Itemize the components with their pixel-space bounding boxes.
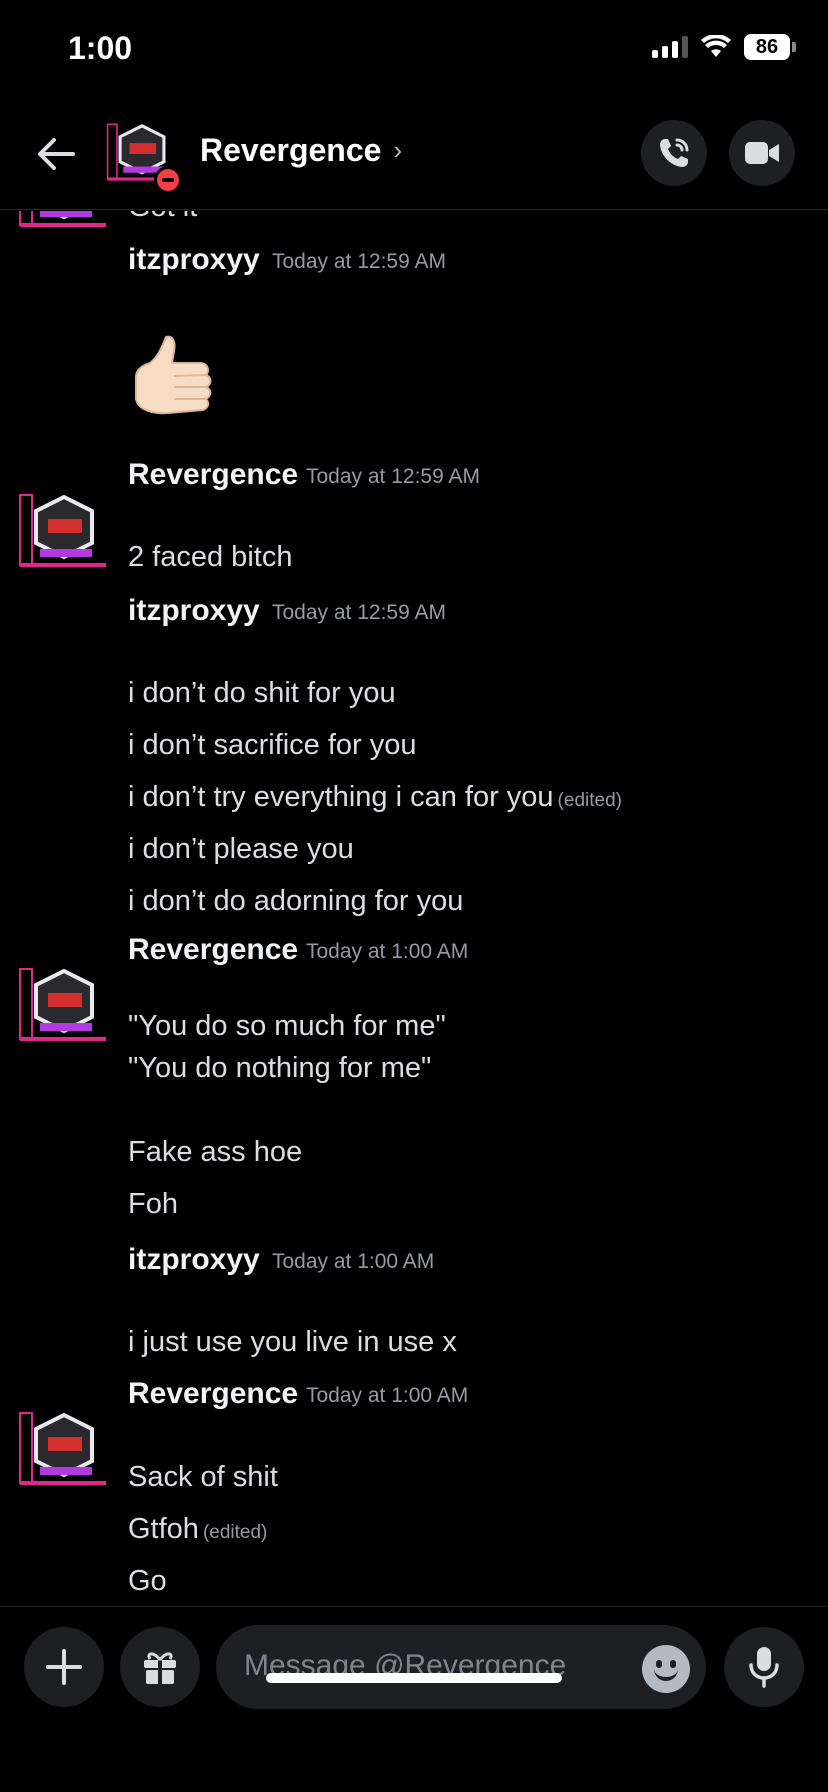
do-not-disturb-badge: [154, 166, 182, 194]
video-camera-icon: [745, 142, 779, 164]
plus-icon: [46, 1649, 82, 1685]
message-text: "You do so much for me": [128, 1010, 446, 1042]
channel-title[interactable]: Revergence ›: [200, 132, 402, 169]
message-text: i don’t do adorning for you: [128, 885, 464, 917]
message-author[interactable]: itzproxyy: [128, 1243, 260, 1277]
voice-message-button[interactable]: [724, 1627, 804, 1707]
message-text: Gtfoh (edited): [128, 1513, 267, 1546]
message-text: i don’t try everything i can for you (edi…: [128, 781, 622, 814]
message-author[interactable]: Revergence: [128, 933, 298, 967]
message-text: 2 faced bitch: [128, 541, 293, 573]
status-icons: 86: [652, 34, 796, 60]
message-text: i just use you live in use x: [128, 1326, 457, 1358]
status-bar: 1:00 86: [0, 0, 828, 100]
message-composer: Message @Revergence: [0, 1606, 828, 1792]
message-author[interactable]: itzproxyy: [128, 243, 260, 277]
message-timestamp: Today at 1:00 AM: [272, 1250, 435, 1273]
arrow-left-icon: [38, 138, 75, 170]
message-list[interactable]: Got it itzproxyy Today at 12:59 AM Rever…: [0, 211, 828, 1606]
channel-title-text: Revergence: [200, 132, 382, 168]
battery-icon: 86: [744, 34, 796, 60]
add-attachment-button[interactable]: [24, 1627, 104, 1707]
header-avatar[interactable]: [106, 118, 182, 194]
back-button[interactable]: [30, 128, 82, 180]
microphone-icon: [749, 1647, 779, 1688]
phone-icon: [660, 138, 689, 167]
message-timestamp: Today at 12:59 AM: [306, 465, 480, 488]
edited-label: (edited): [202, 1522, 268, 1543]
battery-level: 86: [744, 34, 790, 60]
message-text: Fake ass hoe: [128, 1136, 303, 1168]
chevron-right-icon: ›: [393, 135, 403, 165]
dm-header: Revergence ›: [0, 100, 828, 210]
avatar[interactable]: [18, 967, 110, 1047]
message-text: Go: [128, 1565, 167, 1597]
edited-label: (edited): [557, 790, 622, 811]
video-call-button[interactable]: [729, 120, 795, 186]
voice-call-button[interactable]: [641, 120, 707, 186]
message-text-content: Gtfoh: [128, 1513, 199, 1545]
thumbs-up-icon: [135, 335, 212, 415]
status-time: 1:00: [68, 30, 133, 66]
message-author[interactable]: itzproxyy: [128, 594, 260, 628]
message-text: "You do nothing for me": [128, 1052, 432, 1084]
avatar[interactable]: [18, 493, 110, 573]
message-text: Sack of shit: [128, 1461, 278, 1493]
message-text: i don’t do shit for you: [128, 677, 396, 709]
message-text: Got it: [128, 211, 197, 224]
gift-button[interactable]: [120, 1627, 200, 1707]
message-text: i don’t please you: [128, 833, 354, 865]
message-timestamp: Today at 1:00 AM: [306, 940, 469, 963]
gift-icon: [144, 1652, 176, 1684]
avatar: [19, 211, 106, 227]
message-author[interactable]: Revergence: [128, 458, 298, 492]
message-timestamp: Today at 12:59 AM: [272, 250, 446, 273]
message-timestamp: Today at 1:00 AM: [306, 1384, 469, 1407]
home-indicator[interactable]: [266, 1673, 562, 1683]
message-text: i don’t sacrifice for you: [128, 729, 417, 761]
wifi-icon: [701, 35, 731, 57]
message-timestamp: Today at 12:59 AM: [272, 601, 446, 624]
cellular-signal-icon: [652, 36, 688, 58]
avatar[interactable]: [18, 1411, 110, 1491]
message-text-content: i don’t try everything i can for you: [128, 781, 554, 813]
emoji-button[interactable]: [642, 1645, 690, 1693]
message-text: Foh: [128, 1188, 178, 1220]
message-author[interactable]: Revergence: [128, 1377, 298, 1411]
